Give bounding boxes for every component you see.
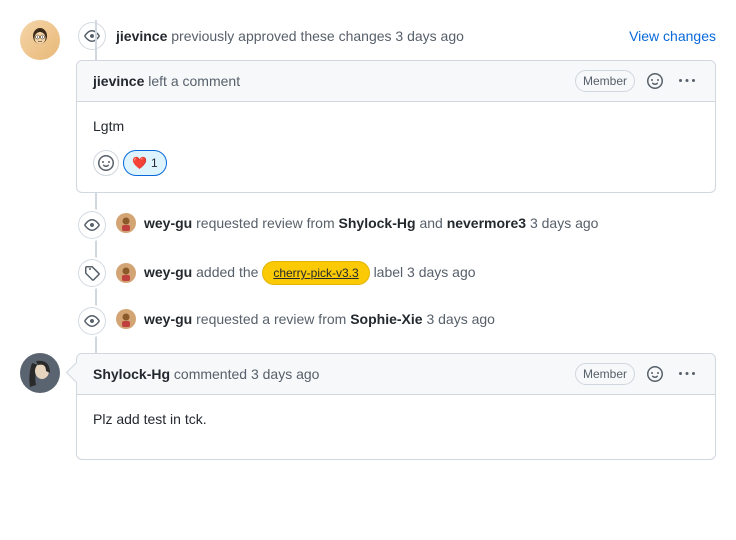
- avatar[interactable]: [116, 263, 136, 283]
- comment-action: left a comment: [148, 73, 240, 89]
- avatar[interactable]: [20, 353, 60, 393]
- label-tag[interactable]: cherry-pick-v3.3: [262, 261, 369, 285]
- add-reaction-button[interactable]: [93, 150, 119, 176]
- tag-icon: [76, 257, 108, 289]
- label-word: label: [374, 264, 404, 280]
- eye-icon: [76, 20, 108, 52]
- user-link[interactable]: wey-gu: [144, 264, 192, 280]
- smiley-icon[interactable]: [643, 362, 667, 386]
- timestamp[interactable]: 3 days ago: [407, 264, 476, 280]
- reviewer-link[interactable]: Sophie-Xie: [350, 311, 422, 327]
- event-action: requested a review from: [196, 311, 346, 327]
- avatar[interactable]: [116, 309, 136, 329]
- user-link[interactable]: wey-gu: [144, 215, 192, 231]
- kebab-icon[interactable]: [675, 69, 699, 93]
- event-action: requested review from: [196, 215, 335, 231]
- timestamp[interactable]: 3 days ago: [395, 28, 464, 44]
- event-action: added the: [196, 264, 258, 280]
- and-text: and: [419, 215, 442, 231]
- timestamp[interactable]: 3 days ago: [251, 366, 320, 382]
- view-changes-link[interactable]: View changes: [629, 28, 716, 44]
- user-link[interactable]: wey-gu: [144, 311, 192, 327]
- comment-header: jievince left a comment Member: [77, 61, 715, 102]
- comment-header: Shylock-Hg commented 3 days ago Member: [77, 354, 715, 395]
- reviewer-link[interactable]: Shylock-Hg: [339, 215, 416, 231]
- smiley-icon[interactable]: [643, 69, 667, 93]
- comment-text: Lgtm: [93, 118, 699, 134]
- review-action: previously approved these changes: [171, 28, 391, 44]
- user-link[interactable]: Shylock-Hg: [93, 366, 170, 382]
- timestamp[interactable]: 3 days ago: [530, 215, 599, 231]
- timestamp[interactable]: 3 days ago: [426, 311, 495, 327]
- eye-icon: [76, 305, 108, 337]
- heart-reaction-button[interactable]: ❤️ 1: [123, 150, 167, 176]
- reaction-count: 1: [151, 151, 158, 175]
- member-badge: Member: [575, 363, 635, 385]
- member-badge: Member: [575, 70, 635, 92]
- heart-icon: ❤️: [132, 151, 147, 175]
- reviewer-link[interactable]: nevermore3: [447, 215, 526, 231]
- user-link[interactable]: jievince: [116, 28, 167, 44]
- comment-text: Plz add test in tck.: [93, 411, 699, 427]
- avatar[interactable]: [116, 213, 136, 233]
- eye-icon: [76, 209, 108, 241]
- kebab-icon[interactable]: [675, 362, 699, 386]
- avatar[interactable]: [20, 20, 60, 60]
- user-link[interactable]: jievince: [93, 73, 144, 89]
- comment-action: commented: [174, 366, 247, 382]
